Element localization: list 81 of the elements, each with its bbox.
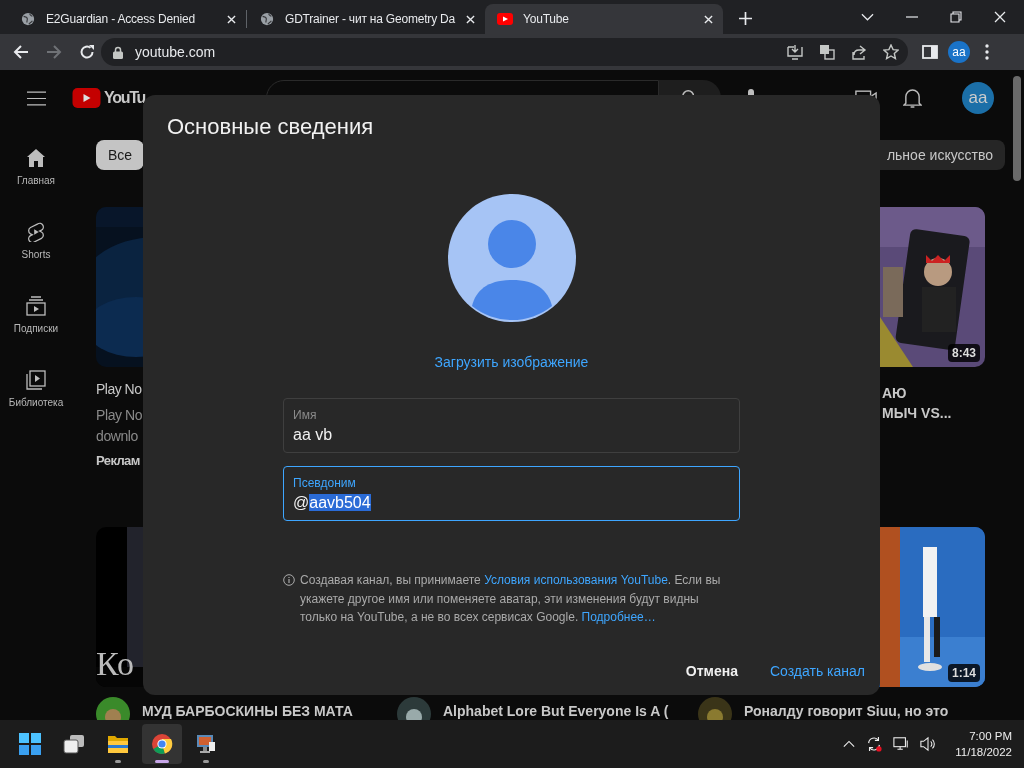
video-title[interactable]: Роналду говорит Siuu, но это xyxy=(744,701,949,720)
sidebar-item[interactable]: Главная xyxy=(0,130,72,204)
sidebar-item[interactable]: Библиотека xyxy=(0,352,72,426)
shorts-icon xyxy=(26,222,46,242)
browser-tab[interactable]: GDTrainer - чит на Geometry Da xyxy=(247,4,485,34)
folder-icon xyxy=(107,733,129,755)
lock-icon[interactable] xyxy=(113,45,123,59)
library-icon xyxy=(26,370,46,390)
text-field[interactable]: Имя aa vb xyxy=(283,398,740,453)
browser-tab[interactable]: YouTube xyxy=(485,4,723,34)
field-value: aa vb xyxy=(293,426,333,444)
globe-icon xyxy=(20,12,36,26)
close-icon[interactable] xyxy=(994,11,1006,23)
running-indicator xyxy=(203,760,209,763)
share-icon[interactable] xyxy=(851,44,867,60)
field-label: Псевдоним xyxy=(293,476,356,490)
thumbnail-caption: Ко xyxy=(96,645,134,683)
task-view-icon xyxy=(63,733,85,755)
chevron-down-icon[interactable] xyxy=(861,13,874,21)
person-avatar-icon[interactable] xyxy=(447,194,576,322)
monitor-icon xyxy=(195,733,217,755)
subscriptions-icon xyxy=(26,296,46,316)
duration-label: 8:43 xyxy=(947,344,980,362)
running-indicator xyxy=(115,760,121,763)
menu-icon[interactable] xyxy=(27,90,46,106)
taskbar-app[interactable] xyxy=(142,724,182,764)
video-title[interactable]: МУД БАРБОСКИНЫ БЕЗ МАТА xyxy=(142,701,353,720)
chevron-up-icon[interactable] xyxy=(843,740,856,748)
windows-start-icon xyxy=(19,733,41,755)
logo-text[interactable]: YouTu xyxy=(104,89,145,107)
sidebar-item[interactable]: Shorts xyxy=(0,204,72,278)
network-icon[interactable] xyxy=(893,736,910,752)
ad-label: Реклам xyxy=(96,453,140,468)
sidebar-item[interactable]: Подписки xyxy=(0,278,72,352)
close-tab-icon[interactable] xyxy=(466,14,475,24)
restore-icon[interactable] xyxy=(950,11,962,23)
globe-icon xyxy=(259,12,275,26)
address-bar[interactable]: youtube.com xyxy=(101,38,908,66)
new-tab-icon[interactable] xyxy=(739,12,752,25)
home-icon xyxy=(26,148,46,168)
close-tab-icon[interactable] xyxy=(227,14,236,24)
filter-chip[interactable]: Все xyxy=(96,140,145,170)
create-button[interactable]: Создать канал xyxy=(761,657,874,685)
profile-avatar[interactable]: aa xyxy=(948,41,970,63)
field-label: Имя xyxy=(293,408,317,422)
browser-tab[interactable]: E2Guardian - Access Denied xyxy=(8,4,246,34)
video-title[interactable]: АЮ xyxy=(882,383,907,403)
upload-image-link[interactable]: Загрузить изображение xyxy=(434,354,589,370)
bell-icon[interactable] xyxy=(902,87,922,109)
install-icon[interactable] xyxy=(787,44,803,60)
back-icon[interactable] xyxy=(13,44,29,60)
ad-description: Play No xyxy=(96,406,143,425)
duration-label: 1:14 xyxy=(947,664,980,682)
field-value: @aavb504 xyxy=(293,494,371,512)
text-field[interactable]: Псевдоним @aavb504 xyxy=(283,466,740,521)
translate-icon[interactable] xyxy=(819,44,835,60)
url-text: youtube.com xyxy=(135,44,216,60)
ad-description: downlo xyxy=(96,427,138,446)
play-logo-icon xyxy=(72,88,101,108)
menu-icon[interactable] xyxy=(985,44,989,60)
running-indicator xyxy=(155,760,169,763)
notice-text: Создавая канал, вы принимаете Условия использования YouTube. Если вы укажете другое имя или поменяете аватар, эти изменения будут видны только на YouTube, а не во всех сервисах Google. Подробнее… xyxy=(300,572,722,626)
chrome-icon xyxy=(151,733,173,755)
video-title[interactable]: Alphabet Lore But Everyone Is A ( xyxy=(443,701,669,720)
side-panel-icon[interactable] xyxy=(922,44,938,60)
reload-icon[interactable] xyxy=(79,44,95,60)
scrollbar-thumb[interactable] xyxy=(1013,76,1021,181)
notice-link[interactable]: Условия использования YouTube xyxy=(484,573,668,587)
sync-alert-icon[interactable] xyxy=(866,736,883,752)
volume-icon[interactable] xyxy=(920,736,937,752)
cancel-button[interactable]: Отмена xyxy=(676,657,747,685)
clock-date[interactable]: 11/18/2022 xyxy=(955,744,1012,760)
clock-time[interactable]: 7:00 PM xyxy=(969,728,1012,744)
dialog-title: Основные сведения xyxy=(167,114,374,140)
close-tab-icon[interactable] xyxy=(704,14,713,24)
play-logo-icon xyxy=(497,12,513,26)
notice-link[interactable]: Подробнее… xyxy=(581,610,656,624)
info-icon xyxy=(283,574,295,586)
ad-title[interactable]: Play No xyxy=(96,379,142,399)
video-title[interactable]: МЫЧ VS... xyxy=(882,403,952,423)
star-icon[interactable] xyxy=(883,44,899,60)
